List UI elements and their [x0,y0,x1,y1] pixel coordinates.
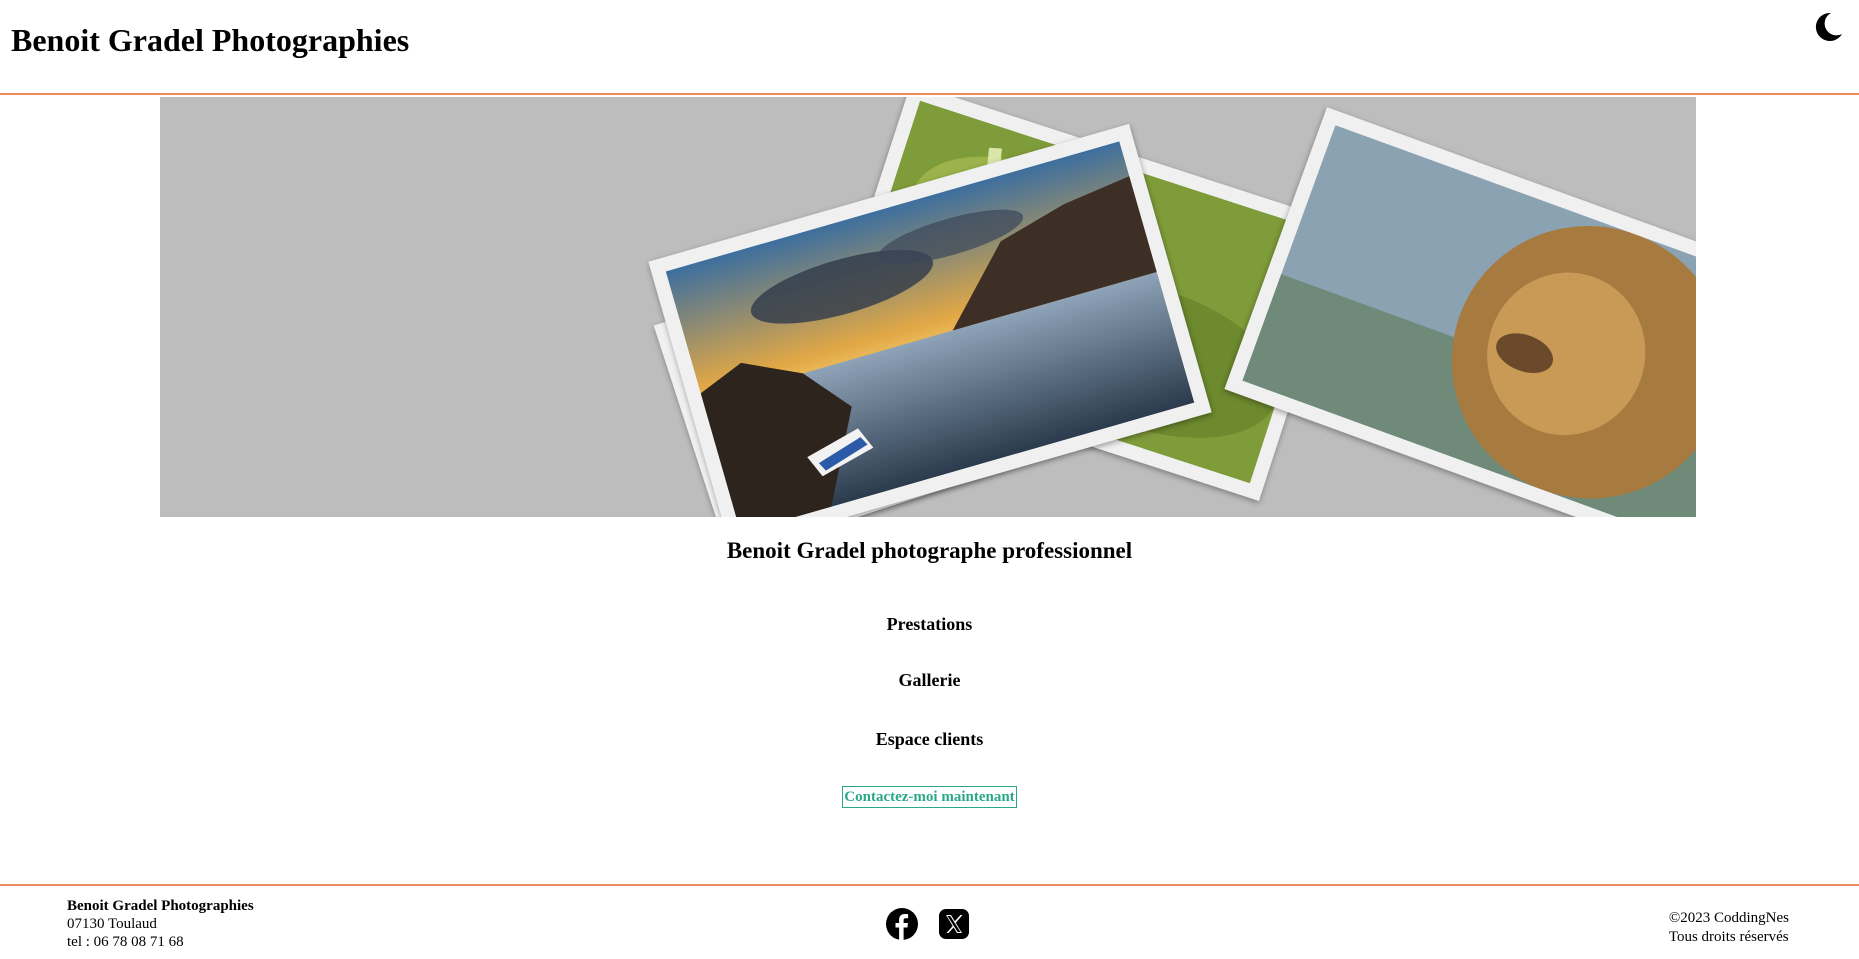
contact-button[interactable]: Contactez-moi maintenant [842,786,1017,808]
nav-link-espace-clients[interactable]: Espace clients [0,729,1859,750]
hero-banner [160,97,1696,517]
x-twitter-icon[interactable] [938,908,970,940]
nav-link-label: Espace clients [875,729,984,749]
nav-link-label: Gallerie [898,670,961,690]
footer-contact: Benoit Gradel Photographies 07130 Toulau… [67,897,254,951]
footer-name: Benoit Gradel Photographies [67,898,254,914]
footer-copyright: ©2023 CoddingNes Tous droits réservés [1669,909,1789,947]
footer-phone: tel : 06 78 08 71 68 [67,934,184,950]
copyright-text: ©2023 CoddingNes [1668,910,1789,926]
site-footer: Benoit Gradel Photographies 07130 Toulau… [0,884,1859,959]
moon-icon[interactable] [1811,10,1845,44]
photo-lion [1224,107,1696,517]
site-title[interactable]: Benoit Gradel Photographies [11,20,409,60]
nav-link-prestations[interactable]: Prestations [0,614,1859,635]
facebook-icon[interactable] [886,908,918,940]
rights-text: Tous droits réservés [1668,929,1789,945]
nav-link-label: Prestations [886,614,973,634]
nav-link-gallerie[interactable]: Gallerie [0,670,1859,691]
social-links [886,908,970,940]
footer-address: 07130 Toulaud [67,916,157,932]
site-header: Benoit Gradel Photographies [0,0,1859,95]
page-title: Benoit Gradel photographe professionnel [726,538,1133,563]
cta-wrapper: Contactez-moi maintenant [0,786,1859,808]
